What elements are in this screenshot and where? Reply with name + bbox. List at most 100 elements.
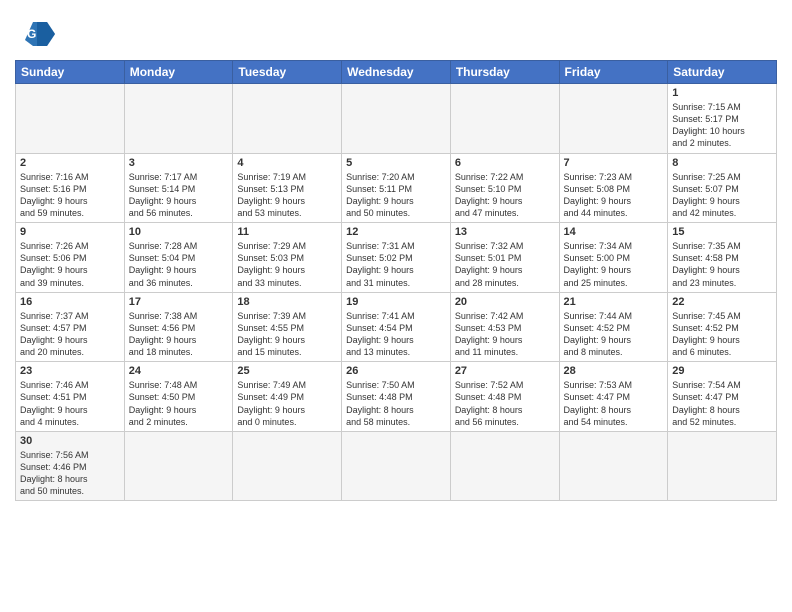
calendar-cell: 14 Sunrise: 7:34 AM Sunset: 5:00 PM Dayli…: [559, 223, 668, 293]
day-info: Sunrise: 7:25 AM Sunset: 5:07 PM Dayligh…: [672, 171, 772, 220]
day-number: 6: [455, 157, 555, 169]
day-number: 15: [672, 226, 772, 238]
week-row-3: 9Sunrise: 7:26 AM Sunset: 5:06 PM Daylig…: [16, 223, 777, 293]
day-number: 17: [129, 296, 229, 308]
calendar-cell: 21 Sunrise: 7:44 AM Sunset: 4:52 PM Dayli…: [559, 292, 668, 362]
calendar-cell: [668, 431, 777, 501]
day-info: Sunrise: 7:54 AM Sunset: 4:47 PM Dayligh…: [672, 379, 772, 428]
day-info: Sunrise: 7:16 AM Sunset: 5:16 PM Dayligh…: [20, 171, 120, 220]
day-info: Sunrise: 7:26 AM Sunset: 5:06 PM Dayligh…: [20, 240, 120, 289]
calendar-cell: 6 Sunrise: 7:22 AM Sunset: 5:10 PM Daylig…: [450, 153, 559, 223]
calendar-cell: [124, 431, 233, 501]
weekday-header-monday: Monday: [124, 61, 233, 84]
calendar-cell: 11 Sunrise: 7:29 AM Sunset: 5:03 PM Dayli…: [233, 223, 342, 293]
calendar: SundayMondayTuesdayWednesdayThursdayFrid…: [15, 60, 777, 501]
calendar-cell: 29 Sunrise: 7:54 AM Sunset: 4:47 PM Dayli…: [668, 362, 777, 432]
day-number: 4: [237, 157, 337, 169]
day-info: Sunrise: 7:31 AM Sunset: 5:02 PM Dayligh…: [346, 240, 446, 289]
day-number: 29: [672, 365, 772, 377]
day-number: 18: [237, 296, 337, 308]
day-info: Sunrise: 7:34 AM Sunset: 5:00 PM Dayligh…: [564, 240, 664, 289]
calendar-cell: 8 Sunrise: 7:25 AM Sunset: 5:07 PM Daylig…: [668, 153, 777, 223]
calendar-cell: [233, 84, 342, 154]
day-number: 12: [346, 226, 446, 238]
day-number: 30: [20, 435, 120, 447]
calendar-cell: 27Sunrise: 7:52 AM Sunset: 4:48 PM Dayli…: [450, 362, 559, 432]
day-info: Sunrise: 7:45 AM Sunset: 4:52 PM Dayligh…: [672, 310, 772, 359]
day-info: Sunrise: 7:17 AM Sunset: 5:14 PM Dayligh…: [129, 171, 229, 220]
day-info: Sunrise: 7:44 AM Sunset: 4:52 PM Dayligh…: [564, 310, 664, 359]
weekday-header-thursday: Thursday: [450, 61, 559, 84]
weekday-header-friday: Friday: [559, 61, 668, 84]
day-info: Sunrise: 7:52 AM Sunset: 4:48 PM Dayligh…: [455, 379, 555, 428]
day-number: 14: [564, 226, 664, 238]
calendar-cell: 17 Sunrise: 7:38 AM Sunset: 4:56 PM Dayli…: [124, 292, 233, 362]
day-info: Sunrise: 7:20 AM Sunset: 5:11 PM Dayligh…: [346, 171, 446, 220]
weekday-header-tuesday: Tuesday: [233, 61, 342, 84]
header: G: [15, 10, 777, 52]
day-info: Sunrise: 7:28 AM Sunset: 5:04 PM Dayligh…: [129, 240, 229, 289]
calendar-cell: 24 Sunrise: 7:48 AM Sunset: 4:50 PM Dayli…: [124, 362, 233, 432]
calendar-cell: 12 Sunrise: 7:31 AM Sunset: 5:02 PM Dayli…: [342, 223, 451, 293]
calendar-cell: 5 Sunrise: 7:20 AM Sunset: 5:11 PM Daylig…: [342, 153, 451, 223]
day-info: Sunrise: 7:46 AM Sunset: 4:51 PM Dayligh…: [20, 379, 120, 428]
day-number: 11: [237, 226, 337, 238]
week-row-2: 2 Sunrise: 7:16 AM Sunset: 5:16 PM Daylig…: [16, 153, 777, 223]
logo-icon: G: [19, 16, 55, 52]
calendar-cell: [124, 84, 233, 154]
calendar-cell: 13 Sunrise: 7:32 AM Sunset: 5:01 PM Dayli…: [450, 223, 559, 293]
svg-text:G: G: [27, 27, 36, 41]
calendar-cell: 2 Sunrise: 7:16 AM Sunset: 5:16 PM Daylig…: [16, 153, 125, 223]
day-number: 28: [564, 365, 664, 377]
day-info: Sunrise: 7:22 AM Sunset: 5:10 PM Dayligh…: [455, 171, 555, 220]
day-number: 3: [129, 157, 229, 169]
day-number: 5: [346, 157, 446, 169]
day-number: 1: [672, 87, 772, 99]
day-number: 7: [564, 157, 664, 169]
calendar-cell: 10 Sunrise: 7:28 AM Sunset: 5:04 PM Dayli…: [124, 223, 233, 293]
day-number: 8: [672, 157, 772, 169]
page: G SundayMondayTuesdayWednesdayThursdayFr…: [0, 0, 792, 612]
day-info: Sunrise: 7:41 AM Sunset: 4:54 PM Dayligh…: [346, 310, 446, 359]
calendar-cell: 9Sunrise: 7:26 AM Sunset: 5:06 PM Daylig…: [16, 223, 125, 293]
calendar-cell: [450, 431, 559, 501]
calendar-cell: 26Sunrise: 7:50 AM Sunset: 4:48 PM Dayli…: [342, 362, 451, 432]
calendar-cell: 16Sunrise: 7:37 AM Sunset: 4:57 PM Dayli…: [16, 292, 125, 362]
weekday-header-saturday: Saturday: [668, 61, 777, 84]
week-row-1: 1 Sunrise: 7:15 AM Sunset: 5:17 PM Daylig…: [16, 84, 777, 154]
day-info: Sunrise: 7:49 AM Sunset: 4:49 PM Dayligh…: [237, 379, 337, 428]
day-number: 19: [346, 296, 446, 308]
calendar-cell: [233, 431, 342, 501]
day-info: Sunrise: 7:32 AM Sunset: 5:01 PM Dayligh…: [455, 240, 555, 289]
day-number: 24: [129, 365, 229, 377]
day-info: Sunrise: 7:29 AM Sunset: 5:03 PM Dayligh…: [237, 240, 337, 289]
day-info: Sunrise: 7:23 AM Sunset: 5:08 PM Dayligh…: [564, 171, 664, 220]
day-info: Sunrise: 7:48 AM Sunset: 4:50 PM Dayligh…: [129, 379, 229, 428]
day-info: Sunrise: 7:42 AM Sunset: 4:53 PM Dayligh…: [455, 310, 555, 359]
day-info: Sunrise: 7:35 AM Sunset: 4:58 PM Dayligh…: [672, 240, 772, 289]
day-number: 20: [455, 296, 555, 308]
day-number: 13: [455, 226, 555, 238]
calendar-cell: 22Sunrise: 7:45 AM Sunset: 4:52 PM Dayli…: [668, 292, 777, 362]
calendar-cell: 4Sunrise: 7:19 AM Sunset: 5:13 PM Daylig…: [233, 153, 342, 223]
weekday-header-row: SundayMondayTuesdayWednesdayThursdayFrid…: [16, 61, 777, 84]
calendar-cell: 7 Sunrise: 7:23 AM Sunset: 5:08 PM Daylig…: [559, 153, 668, 223]
day-info: Sunrise: 7:15 AM Sunset: 5:17 PM Dayligh…: [672, 101, 772, 150]
day-info: Sunrise: 7:53 AM Sunset: 4:47 PM Dayligh…: [564, 379, 664, 428]
day-number: 26: [346, 365, 446, 377]
day-info: Sunrise: 7:37 AM Sunset: 4:57 PM Dayligh…: [20, 310, 120, 359]
day-number: 25: [237, 365, 337, 377]
week-row-5: 23Sunrise: 7:46 AM Sunset: 4:51 PM Dayli…: [16, 362, 777, 432]
calendar-cell: [559, 84, 668, 154]
day-number: 10: [129, 226, 229, 238]
calendar-cell: [450, 84, 559, 154]
day-number: 2: [20, 157, 120, 169]
calendar-cell: 19 Sunrise: 7:41 AM Sunset: 4:54 PM Dayli…: [342, 292, 451, 362]
weekday-header-sunday: Sunday: [16, 61, 125, 84]
calendar-cell: 25 Sunrise: 7:49 AM Sunset: 4:49 PM Dayli…: [233, 362, 342, 432]
week-row-4: 16Sunrise: 7:37 AM Sunset: 4:57 PM Dayli…: [16, 292, 777, 362]
day-info: Sunrise: 7:38 AM Sunset: 4:56 PM Dayligh…: [129, 310, 229, 359]
logo: G: [15, 16, 55, 52]
day-info: Sunrise: 7:39 AM Sunset: 4:55 PM Dayligh…: [237, 310, 337, 359]
day-number: 21: [564, 296, 664, 308]
